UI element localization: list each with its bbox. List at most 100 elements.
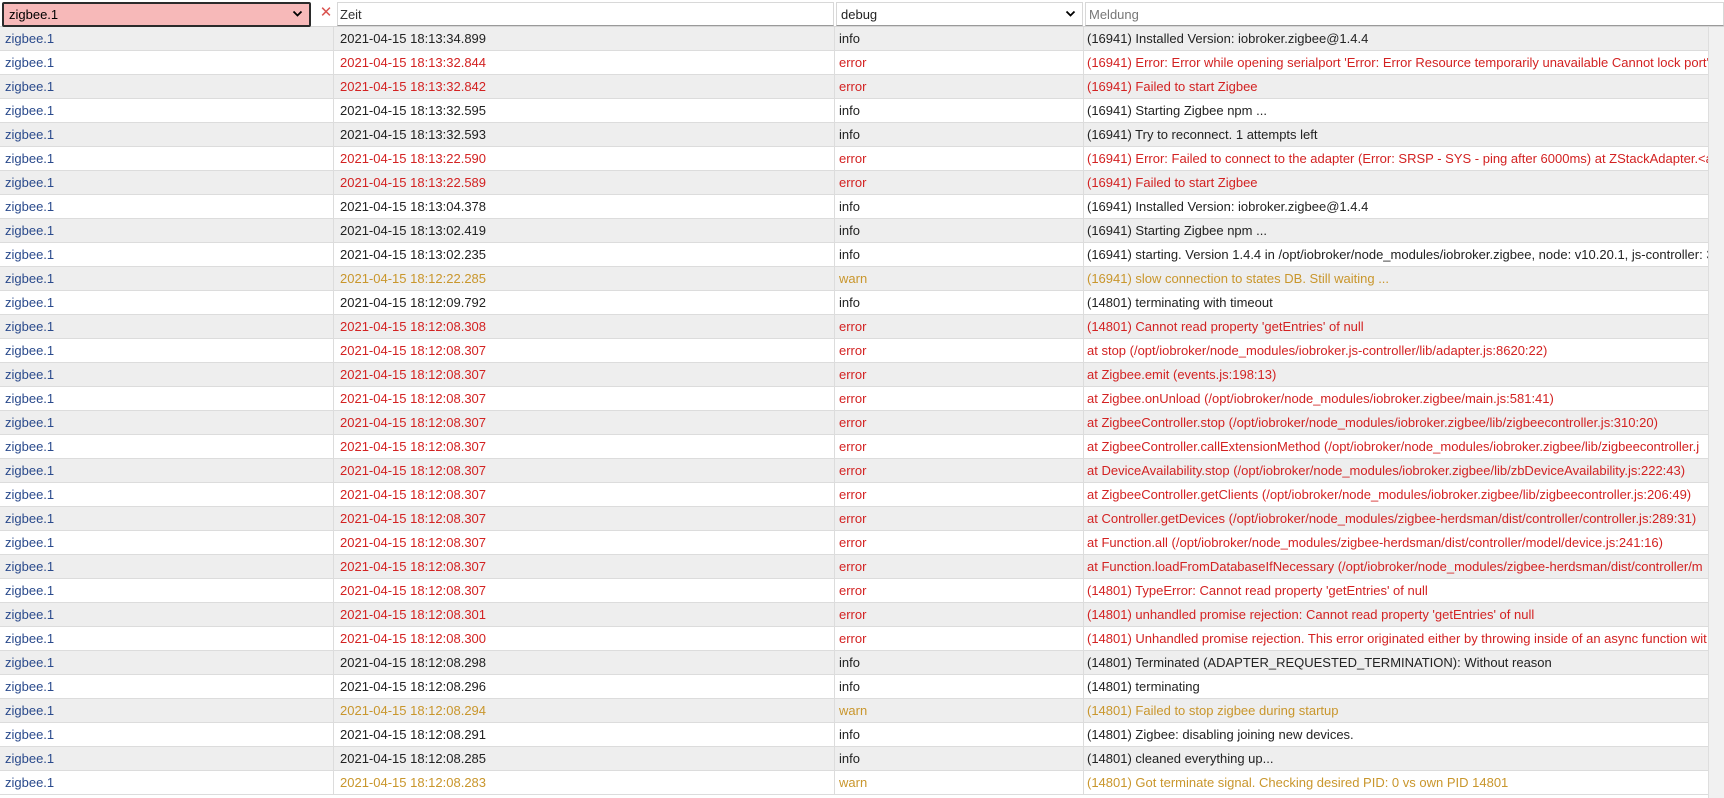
log-row[interactable]: zigbee.1 2021-04-15 18:12:08.301 error (148…: [0, 603, 1724, 627]
log-message-cell: (14801) Failed to stop zigbee during sta…: [1087, 703, 1339, 718]
log-severity-cell: error: [835, 387, 1084, 410]
log-time-cell: 2021-04-15 18:13:22.590: [334, 147, 835, 170]
log-row[interactable]: zigbee.1 2021-04-15 18:12:08.307 error at F…: [0, 531, 1724, 555]
log-row[interactable]: zigbee.1 2021-04-15 18:13:32.844 error (169…: [0, 51, 1724, 75]
log-severity-cell: info: [835, 195, 1084, 218]
vertical-scrollbar[interactable]: [1708, 27, 1724, 798]
log-row[interactable]: zigbee.1 2021-04-15 18:12:08.296 info (1480…: [0, 675, 1724, 699]
log-row[interactable]: zigbee.1 2021-04-15 18:12:08.300 error (148…: [0, 627, 1724, 651]
log-row[interactable]: zigbee.1 2021-04-15 18:13:22.590 error (169…: [0, 147, 1724, 171]
log-source-cell: zigbee.1: [0, 315, 334, 338]
log-message-cell: (16941) Failed to start Zigbee: [1087, 79, 1258, 94]
level-filter-select[interactable]: debug: [836, 2, 1083, 26]
log-row[interactable]: zigbee.1 2021-04-15 18:12:08.307 error at Z…: [0, 411, 1724, 435]
log-row[interactable]: zigbee.1 2021-04-15 18:13:34.899 info (1694…: [0, 27, 1724, 51]
log-row[interactable]: zigbee.1 2021-04-15 18:12:08.294 warn (1480…: [0, 699, 1724, 723]
log-source-cell: zigbee.1: [0, 531, 334, 554]
log-source-cell: zigbee.1: [0, 291, 334, 314]
source-filter-select[interactable]: zigbee.1: [2, 2, 311, 27]
log-row[interactable]: zigbee.1 2021-04-15 18:12:08.307 error at Z…: [0, 387, 1724, 411]
log-time-cell: 2021-04-15 18:12:08.307: [334, 411, 835, 434]
log-message-cell: (16941) Installed Version: iobroker.zigb…: [1087, 31, 1369, 46]
log-message-cell: at stop (/opt/iobroker/node_modules/iobr…: [1087, 343, 1548, 358]
log-time-cell: 2021-04-15 18:13:34.899: [334, 27, 835, 50]
log-message-cell: (14801) Cannot read property 'getEntries…: [1087, 319, 1364, 334]
log-table: zigbee.1 2021-04-15 18:13:34.899 info (1694…: [0, 27, 1724, 795]
log-row[interactable]: zigbee.1 2021-04-15 18:12:08.298 info (1480…: [0, 651, 1724, 675]
log-source-cell: zigbee.1: [0, 507, 334, 530]
log-row[interactable]: zigbee.1 2021-04-15 18:12:08.307 error (148…: [0, 579, 1724, 603]
log-row[interactable]: zigbee.1 2021-04-15 18:12:08.307 error at D…: [0, 459, 1724, 483]
log-message-cell: (14801) Got terminate signal. Checking d…: [1087, 775, 1509, 790]
log-severity-cell: error: [835, 507, 1084, 530]
message-filter-input[interactable]: Meldung: [1085, 2, 1724, 26]
log-filter-bar: zigbee.1 ✕ Zeit debug Meldung: [0, 0, 1724, 27]
log-row[interactable]: zigbee.1 2021-04-15 18:13:04.378 info (1694…: [0, 195, 1724, 219]
log-time-cell: 2021-04-15 18:12:08.296: [334, 675, 835, 698]
log-time-cell: 2021-04-15 18:12:08.298: [334, 651, 835, 674]
message-filter-placeholder: Meldung: [1089, 7, 1139, 22]
log-message-cell: (16941) Failed to start Zigbee: [1087, 175, 1258, 190]
log-row[interactable]: zigbee.1 2021-04-15 18:12:08.308 error (148…: [0, 315, 1724, 339]
log-row[interactable]: zigbee.1 2021-04-15 18:12:08.307 error at Z…: [0, 363, 1724, 387]
log-severity-cell: info: [835, 675, 1084, 698]
log-message-cell: (16941) Starting Zigbee npm ...: [1087, 223, 1267, 238]
log-row[interactable]: zigbee.1 2021-04-15 18:12:08.307 error at s…: [0, 339, 1724, 363]
log-severity-cell: info: [835, 723, 1084, 746]
log-message-cell: at ZigbeeController.getClients (/opt/iob…: [1087, 487, 1692, 502]
log-severity-cell: warn: [835, 267, 1084, 290]
log-severity-cell: error: [835, 483, 1084, 506]
log-severity-cell: error: [835, 363, 1084, 386]
log-time-cell: 2021-04-15 18:13:02.419: [334, 219, 835, 242]
log-source-cell: zigbee.1: [0, 459, 334, 482]
log-message-cell: (14801) terminating: [1087, 679, 1200, 694]
log-row[interactable]: zigbee.1 2021-04-15 18:13:02.235 info (1694…: [0, 243, 1724, 267]
level-filter-value: debug: [841, 7, 878, 22]
log-row[interactable]: zigbee.1 2021-04-15 18:13:32.842 error (169…: [0, 75, 1724, 99]
log-time-cell: 2021-04-15 18:13:32.595: [334, 99, 835, 122]
log-time-cell: 2021-04-15 18:13:04.378: [334, 195, 835, 218]
log-time-cell: 2021-04-15 18:12:08.307: [334, 435, 835, 458]
log-severity-cell: error: [835, 531, 1084, 554]
log-row[interactable]: zigbee.1 2021-04-15 18:12:08.285 info (1480…: [0, 747, 1724, 771]
log-row[interactable]: zigbee.1 2021-04-15 18:13:22.589 error (169…: [0, 171, 1724, 195]
log-row[interactable]: zigbee.1 2021-04-15 18:12:08.283 warn (1480…: [0, 771, 1724, 795]
log-time-cell: 2021-04-15 18:12:08.308: [334, 315, 835, 338]
log-message-cell: (14801) terminating with timeout: [1087, 295, 1273, 310]
log-row[interactable]: zigbee.1 2021-04-15 18:12:08.307 error at C…: [0, 507, 1724, 531]
log-row[interactable]: zigbee.1 2021-04-15 18:12:08.307 error at Z…: [0, 483, 1724, 507]
log-row[interactable]: zigbee.1 2021-04-15 18:13:32.595 info (1694…: [0, 99, 1724, 123]
log-message-cell: (14801) Unhandled promise rejection. Thi…: [1087, 631, 1707, 646]
log-source-cell: zigbee.1: [0, 75, 334, 98]
log-source-cell: zigbee.1: [0, 243, 334, 266]
log-message-cell: at ZigbeeController.stop (/opt/iobroker/…: [1087, 415, 1658, 430]
log-message-cell: (16941) Installed Version: iobroker.zigb…: [1087, 199, 1369, 214]
log-row[interactable]: zigbee.1 2021-04-15 18:12:08.291 info (1480…: [0, 723, 1724, 747]
chevron-down-icon: [292, 10, 303, 17]
log-source-cell: zigbee.1: [0, 699, 334, 722]
log-message-cell: (16941) starting. Version 1.4.4 in /opt/…: [1087, 247, 1709, 262]
log-source-cell: zigbee.1: [0, 195, 334, 218]
close-icon[interactable]: ✕: [317, 3, 335, 23]
log-row[interactable]: zigbee.1 2021-04-15 18:12:08.307 error at F…: [0, 555, 1724, 579]
log-time-cell: 2021-04-15 18:12:08.307: [334, 339, 835, 362]
log-time-cell: 2021-04-15 18:12:08.307: [334, 363, 835, 386]
log-row[interactable]: zigbee.1 2021-04-15 18:12:09.792 info (1480…: [0, 291, 1724, 315]
chevron-down-icon: [1065, 10, 1076, 17]
log-row[interactable]: zigbee.1 2021-04-15 18:12:08.307 error at Z…: [0, 435, 1724, 459]
log-severity-cell: info: [835, 747, 1084, 770]
log-severity-cell: error: [835, 459, 1084, 482]
log-source-cell: zigbee.1: [0, 651, 334, 674]
log-source-cell: zigbee.1: [0, 267, 334, 290]
log-severity-cell: error: [835, 603, 1084, 626]
log-time-cell: 2021-04-15 18:13:02.235: [334, 243, 835, 266]
log-row[interactable]: zigbee.1 2021-04-15 18:13:32.593 info (1694…: [0, 123, 1724, 147]
time-filter-input[interactable]: Zeit: [337, 2, 834, 26]
log-time-cell: 2021-04-15 18:12:08.307: [334, 507, 835, 530]
log-severity-cell: info: [835, 219, 1084, 242]
log-row[interactable]: zigbee.1 2021-04-15 18:12:22.285 warn (1694…: [0, 267, 1724, 291]
log-source-cell: zigbee.1: [0, 171, 334, 194]
log-severity-cell: error: [835, 147, 1084, 170]
log-row[interactable]: zigbee.1 2021-04-15 18:13:02.419 info (1694…: [0, 219, 1724, 243]
log-source-cell: zigbee.1: [0, 219, 334, 242]
